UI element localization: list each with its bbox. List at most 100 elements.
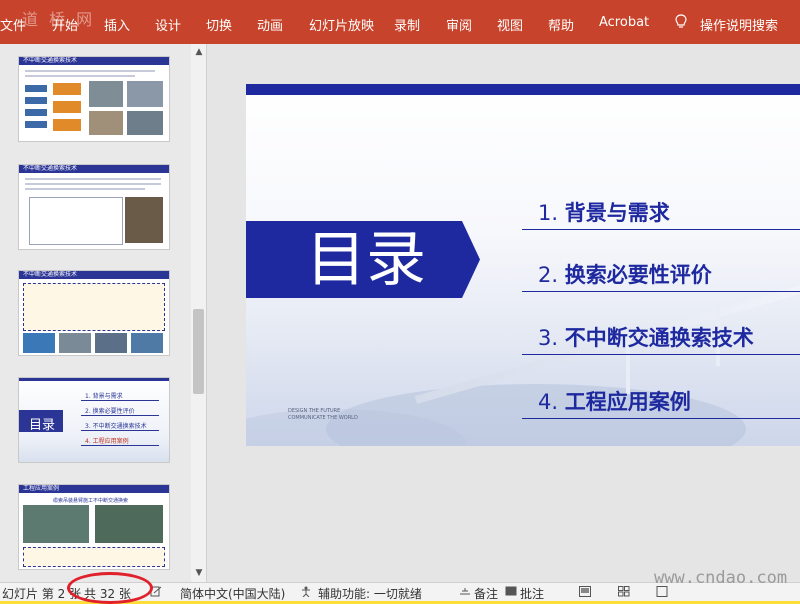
thumbnail-text-line xyxy=(25,188,145,190)
toc-divider xyxy=(522,291,800,292)
thumbnail-image xyxy=(23,505,89,543)
tab-record[interactable]: 录制 xyxy=(394,15,420,34)
toc-item-1: 1. 背景与需求 xyxy=(538,197,670,227)
thumbnail-image xyxy=(53,83,81,95)
tab-insert[interactable]: 插入 xyxy=(104,15,130,34)
notes-icon[interactable] xyxy=(459,586,471,597)
tell-me-search[interactable]: 操作说明搜索 xyxy=(700,15,778,34)
toc-item-number: 4. xyxy=(538,390,559,414)
thumbnail-text-box xyxy=(23,547,165,567)
comments-button[interactable]: 批注 xyxy=(520,585,544,602)
tab-slideshow[interactable]: 幻灯片放映 xyxy=(309,15,374,34)
thumbnail-image xyxy=(25,85,47,92)
notes-button[interactable]: 备注 xyxy=(474,585,498,602)
tab-home[interactable]: 开始 xyxy=(52,15,78,34)
tab-animations[interactable]: 动画 xyxy=(257,15,283,34)
highlight-circle xyxy=(67,572,153,604)
slide-thumbnail[interactable]: 不中断交通换索技术 xyxy=(18,164,170,250)
thumbnail-toc-line xyxy=(81,415,159,416)
thumbnail-image xyxy=(25,97,47,104)
thumbnail-image xyxy=(59,333,91,353)
tab-acrobat[interactable]: Acrobat xyxy=(599,15,649,30)
thumbnail-toc-line xyxy=(81,430,159,431)
thumbnail-toc-item: 3. 不中断交通换索技术 xyxy=(85,423,147,430)
thumbnail-image xyxy=(131,333,163,353)
slide-thumbnail-current[interactable]: 目录 1. 背景与需求 2. 换索必要性评价 3. 不中断交通换索技术 4. 工… xyxy=(18,377,170,463)
slide-canvas[interactable]: 目录 1. 背景与需求 2. 换索必要性评价 3. 不中断交通换索技术 4. 工… xyxy=(246,84,800,446)
normal-view-icon[interactable] xyxy=(579,586,591,597)
tab-help[interactable]: 帮助 xyxy=(548,15,574,34)
toc-item-text: 不中断交通换索技术 xyxy=(564,326,754,350)
thumbnail-image xyxy=(25,109,47,116)
tab-view[interactable]: 视图 xyxy=(497,15,523,34)
toc-item-number: 3. xyxy=(538,326,559,350)
thumbnail-image xyxy=(89,111,123,135)
tab-review[interactable]: 审阅 xyxy=(446,15,472,34)
toc-divider xyxy=(522,354,800,355)
thumbnail-image xyxy=(125,197,163,243)
thumbnail-text-line xyxy=(25,183,161,185)
slide-tagline: DESIGN THE FUTURE COMMUNICATE THE WORLD xyxy=(288,408,358,422)
thumbnail-scrollbar[interactable]: ▲ ▼ xyxy=(191,44,207,582)
thumbnail-image xyxy=(95,505,163,543)
scroll-up-icon[interactable]: ▲ xyxy=(194,47,204,57)
thumbnail-toc-item: 1. 背景与需求 xyxy=(85,393,123,400)
thumbnail-table xyxy=(29,197,123,245)
toc-item-text: 换索必要性评价 xyxy=(564,263,712,287)
toc-item-3: 3. 不中断交通换索技术 xyxy=(538,322,754,352)
thumbnail-text-line xyxy=(25,70,155,72)
thumbnail-toc-box: 目录 xyxy=(19,410,63,433)
thumbnail-title: 工程应用案例 xyxy=(23,485,60,492)
tagline-line-1: DESIGN THE FUTURE xyxy=(288,408,341,414)
slide-thumbnail[interactable]: 工程应用案例 缆索吊装悬臂施工不中断交通换索 xyxy=(18,484,170,570)
accessibility-icon[interactable] xyxy=(300,586,312,597)
ribbon-tab-bar: 道 桥 网 文件 开始 插入 设计 切换 动画 幻灯片放映 录制 审阅 视图 帮… xyxy=(0,0,800,44)
thumbnail-header: 工程应用案例 xyxy=(19,485,169,493)
thumbnail-image xyxy=(53,119,81,131)
thumbnail-toc-title: 目录 xyxy=(29,418,56,433)
accessibility-status[interactable]: 辅助功能: 一切就绪 xyxy=(318,585,422,602)
toc-item-4: 4. 工程应用案例 xyxy=(538,386,691,416)
thumbnail-text-line xyxy=(25,75,135,77)
tab-design[interactable]: 设计 xyxy=(155,15,181,34)
language-status[interactable]: 简体中文(中国大陆) xyxy=(180,585,285,602)
tab-file[interactable]: 文件 xyxy=(0,15,26,34)
toc-item-number: 1. xyxy=(538,201,559,225)
slide-sorter-icon[interactable] xyxy=(618,586,630,597)
scrollbar-thumb[interactable] xyxy=(193,309,204,394)
thumbnail-toc-item: 2. 换索必要性评价 xyxy=(85,408,135,415)
thumbnail-toc-item: 4. 工程应用案例 xyxy=(85,438,129,445)
toc-item-text: 工程应用案例 xyxy=(564,390,691,414)
toc-item-text: 背景与需求 xyxy=(564,201,670,225)
thumbnail-title: 不中断交通换索技术 xyxy=(23,57,78,64)
thumbnail-image xyxy=(25,121,47,128)
scroll-down-icon[interactable]: ▼ xyxy=(194,568,204,578)
toc-item-2: 2. 换索必要性评价 xyxy=(538,259,712,289)
thumbnail-title: 不中断交通换索技术 xyxy=(23,271,78,278)
thumbnail-text-line xyxy=(25,178,161,180)
tagline-line-2: COMMUNICATE THE WORLD xyxy=(288,415,358,421)
slide-title: 目录 xyxy=(306,225,426,295)
thumbnail-image xyxy=(53,101,81,113)
thumbnail-image xyxy=(127,81,163,107)
thumbnail-toc-line xyxy=(81,400,159,401)
thumbnail-header: 不中断交通换索技术 xyxy=(19,165,169,173)
thumbnail-title: 不中断交通换索技术 xyxy=(23,165,78,172)
slide-thumbnail[interactable]: 不中断交通换索技术 xyxy=(18,270,170,356)
thumbnail-header xyxy=(19,378,169,381)
thumbnail-image xyxy=(95,333,127,353)
thumbnail-image xyxy=(127,111,163,135)
tab-transitions[interactable]: 切换 xyxy=(206,15,232,34)
thumbnail-toc-line xyxy=(81,445,159,446)
slide-thumbnail[interactable]: 不中断交通换索技术 xyxy=(18,56,170,142)
toc-divider xyxy=(522,418,800,419)
slide-top-bar xyxy=(246,84,800,95)
thumbnail-subtitle: 缆索吊装悬臂施工不中断交通换索 xyxy=(53,498,129,504)
thumbnail-header: 不中断交通换索技术 xyxy=(19,271,169,279)
thumbnail-text-box xyxy=(23,283,165,331)
toc-item-number: 2. xyxy=(538,263,559,287)
thumbnail-image xyxy=(89,81,123,107)
slide-thumbnail-pane: 不中断交通换索技术 不中断交通换索技术 不中断交通换索技术 目录 1. 背景与需… xyxy=(0,44,192,582)
thumbnail-image xyxy=(23,333,55,353)
comments-icon[interactable] xyxy=(505,586,517,597)
